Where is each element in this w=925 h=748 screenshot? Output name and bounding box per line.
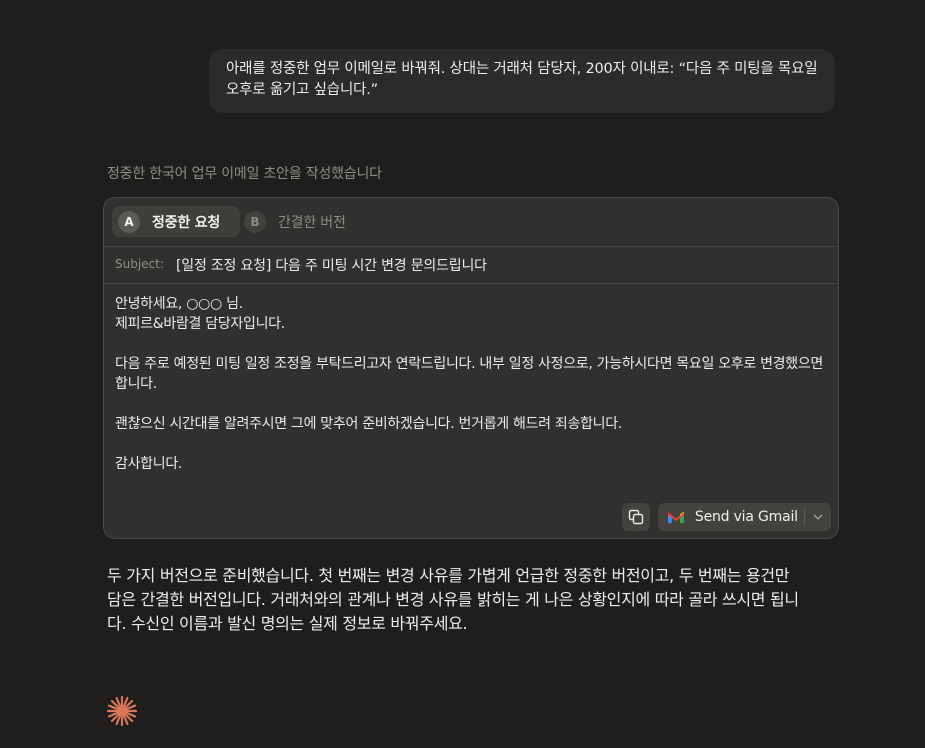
- version-tabs: A 정중한 요청 B 간결한 버전: [104, 198, 838, 247]
- assistant-status-line[interactable]: 정중한 한국어 업무 이메일 초안을 작성했습니다: [107, 163, 382, 183]
- send-options-dropdown[interactable]: [805, 503, 831, 531]
- assistant-reply-text: 두 가지 버전으로 준비했습니다. 첫 번째는 변경 사유를 가볍게 언급한 정…: [107, 566, 799, 633]
- tab-b-label: 간결한 버전: [278, 214, 346, 231]
- tab-concise-version[interactable]: B 간결한 버전: [244, 206, 364, 237]
- tab-polite-request[interactable]: A 정중한 요청: [112, 206, 240, 237]
- gmail-icon: [668, 511, 684, 523]
- claude-spark-icon: [106, 695, 138, 727]
- email-actions: Send via Gmail: [622, 503, 831, 531]
- email-draft-card: A 정중한 요청 B 간결한 버전 Subject: [일정 조정 요청] 다음…: [103, 197, 839, 539]
- body-paragraph-2: 괜찮으신 시간대를 알려주시면 그에 맞추어 준비하겠습니다. 번거롭게 해드려…: [115, 416, 622, 432]
- tab-a-badge: A: [118, 210, 140, 233]
- greeting-line: 안녕하세요, ○○○ 님.: [115, 296, 243, 312]
- sender-intro-line: 제피르&바람결 담당자입니다.: [115, 316, 285, 332]
- body-paragraph-1: 다음 주로 예정된 미팅 일정 조정을 부탁드리고자 연락드립니다. 내부 일정…: [115, 356, 823, 392]
- email-body: 안녕하세요, ○○○ 님. 제피르&바람결 담당자입니다. 다음 주로 예정된 …: [115, 294, 827, 474]
- tab-b-badge: B: [244, 210, 266, 233]
- subject-label: Subject:: [115, 257, 164, 271]
- tab-a-label: 정중한 요청: [152, 214, 221, 231]
- user-message-bubble: 아래를 정중한 업무 이메일로 바꿔줘. 상대는 거래처 담당자, 200자 이…: [209, 49, 835, 113]
- send-via-gmail-label: Send via Gmail: [694, 509, 798, 525]
- closing-line: 감사합니다.: [115, 456, 183, 472]
- user-message-text: 아래를 정중한 업무 이메일로 바꿔줘. 상대는 거래처 담당자, 200자 이…: [226, 61, 818, 98]
- copy-icon: [628, 509, 644, 525]
- copy-button[interactable]: [622, 503, 650, 531]
- subject-row: Subject: [일정 조정 요청] 다음 주 미팅 시간 변경 문의드립니다: [104, 246, 838, 284]
- send-via-gmail-button[interactable]: Send via Gmail: [658, 503, 831, 531]
- subject-text: [일정 조정 요청] 다음 주 미팅 시간 변경 문의드립니다: [176, 258, 487, 274]
- chevron-down-icon: [813, 514, 823, 520]
